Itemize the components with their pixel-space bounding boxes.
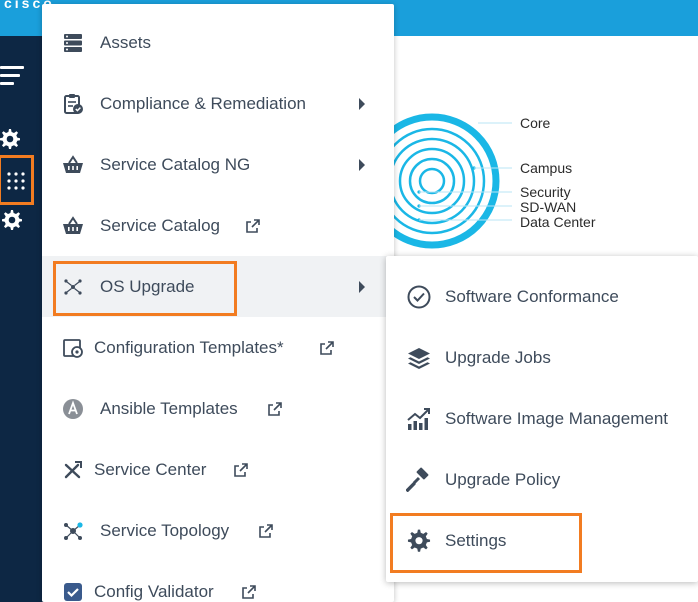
apps-launcher-highlight: [0, 155, 34, 205]
ansible-icon: [62, 398, 84, 420]
external-link-icon: [259, 523, 273, 538]
radar-label-campus: Campus: [520, 160, 573, 176]
gear-icon[interactable]: [0, 127, 24, 151]
menu-item-service-catalog-ng[interactable]: Service Catalog NG: [42, 134, 394, 195]
menu-item-compliance[interactable]: Compliance & Remediation: [42, 73, 394, 134]
submenu-item-software-image-management[interactable]: Software Image Management: [386, 388, 698, 449]
submenu-item-upgrade-jobs[interactable]: Upgrade Jobs: [386, 327, 698, 388]
menu-item-label: Service Topology: [100, 520, 230, 540]
radar-label-security: Security: [520, 184, 571, 200]
menu-item-label: Compliance & Remediation: [100, 93, 306, 113]
os-upgrade-highlight: [53, 261, 237, 316]
radar-label-core: Core: [520, 115, 551, 131]
settings-highlight: [390, 513, 582, 573]
submenu-item-upgrade-policy[interactable]: Upgrade Policy: [386, 449, 698, 510]
menu-item-assets[interactable]: Assets: [42, 12, 394, 73]
menu-item-service-center[interactable]: Service Center: [42, 439, 394, 500]
submenu-item-software-conformance[interactable]: Software Conformance: [386, 266, 698, 327]
basket-icon: [62, 154, 84, 176]
submenu-item-label: Software Conformance: [445, 286, 619, 306]
network-radar-chart: [392, 113, 512, 249]
external-link-icon: [242, 584, 256, 599]
checkbox-icon: [62, 581, 84, 602]
compliance-icon: [62, 93, 84, 115]
menu-item-label: Service Catalog NG: [100, 154, 251, 174]
menu-item-label: Config Validator: [94, 581, 214, 601]
hamburger-menu-icon[interactable]: [0, 66, 26, 92]
settings-gear-icon[interactable]: [0, 208, 24, 232]
submenu-item-label: Upgrade Jobs: [445, 347, 551, 367]
menu-item-label: Ansible Templates: [100, 398, 238, 418]
menu-item-config-validator[interactable]: Config Validator: [42, 561, 394, 602]
menu-item-label: Service Catalog: [100, 215, 221, 235]
chevron-right-icon: [359, 97, 365, 110]
menu-item-service-topology[interactable]: Service Topology: [42, 500, 394, 561]
menu-item-ansible-templates[interactable]: Ansible Templates: [42, 378, 394, 439]
external-link-icon: [268, 401, 282, 416]
chevron-right-icon: [359, 158, 365, 171]
radar-label-datacenter: Data Center: [520, 214, 596, 230]
external-link-icon: [234, 462, 248, 477]
side-navigation: [0, 36, 44, 602]
submenu-item-label: Software Image Management: [445, 408, 669, 428]
assets-icon: [62, 32, 84, 54]
config-template-icon: [62, 337, 84, 359]
topology-icon: [62, 520, 84, 542]
gavel-icon: [406, 467, 432, 493]
chart-trend-icon: [406, 406, 432, 432]
submenu-item-label: Upgrade Policy: [445, 469, 561, 489]
menu-item-label: Assets: [100, 32, 152, 52]
basket-icon: [62, 215, 84, 237]
tools-icon: [62, 459, 84, 481]
menu-item-configuration-templates[interactable]: Configuration Templates*: [42, 317, 394, 378]
check-circle-icon: [406, 284, 432, 310]
menu-item-label: Service Center: [94, 459, 207, 479]
radar-label-sdwan: SD-WAN: [520, 199, 577, 215]
app-grid-icon[interactable]: [6, 171, 26, 191]
chevron-right-icon: [359, 280, 365, 293]
menu-item-label: Configuration Templates*: [94, 337, 284, 357]
menu-item-service-catalog[interactable]: Service Catalog: [42, 195, 394, 256]
external-link-icon: [246, 218, 260, 233]
layers-icon: [406, 345, 432, 371]
external-link-icon: [320, 340, 334, 355]
